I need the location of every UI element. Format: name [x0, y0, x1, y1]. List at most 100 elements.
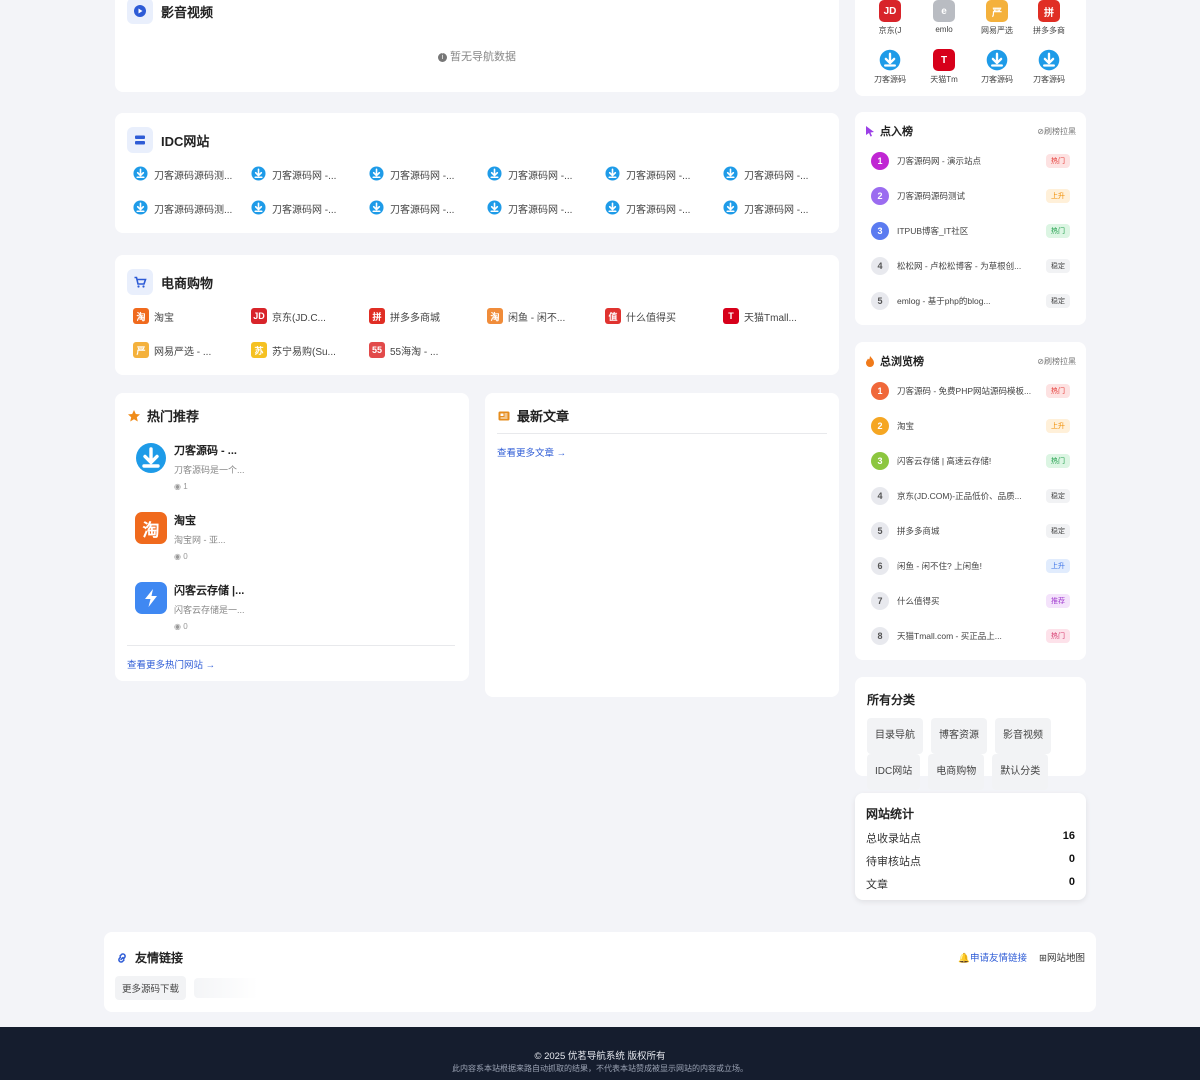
top-app[interactable]: T 天猫Tm — [922, 49, 966, 85]
rank-row[interactable]: 8 天猫Tmall.com - 买正品上... 热门 — [871, 626, 1070, 646]
category-pill[interactable]: IDC网站 — [867, 754, 921, 790]
top-app-label: 网易严选 — [981, 26, 1013, 35]
idc-link-label: 刀客源码网 -... — [390, 170, 455, 182]
articles-more-link[interactable]: 查看更多文章 → — [497, 445, 566, 459]
shop-link[interactable]: T 天猫Tmall... — [723, 306, 841, 326]
view-rank-action-label: 刷榜拉黑 — [1044, 356, 1076, 366]
app-logo-glyph: 拼 — [1044, 7, 1054, 19]
idc-link[interactable]: 刀客源码网 -... — [251, 164, 369, 184]
download-icon — [133, 166, 149, 182]
download-icon — [369, 166, 385, 182]
rank-row[interactable]: 5 emlog - 基于php的blog... 稳定 — [871, 291, 1070, 311]
idc-link[interactable]: 刀客源码网 -... — [487, 198, 605, 218]
play-icon — [127, 0, 153, 24]
top-app-label: 刀客源码 — [874, 75, 906, 84]
top-app-label: 天猫Tm — [930, 75, 958, 84]
top-app[interactable]: 刀客源码 — [975, 49, 1019, 85]
rank-row[interactable]: 1 刀客源码网 - 演示站点 热门 — [871, 151, 1070, 171]
stats-title: 网站统计 — [866, 807, 915, 821]
view-rank-card: 总浏览榜 ⊘刷榜拉黑 1 刀客源码 - 免费PHP网站源码模板... 热门 2 淘宝 上升… — [855, 342, 1086, 660]
rank-name: 刀客源码源码测试 — [897, 191, 966, 201]
rank-row[interactable]: 1 刀客源码 - 免费PHP网站源码模板... 热门 — [871, 381, 1070, 401]
top-app[interactable]: 刀客源码 — [1027, 49, 1071, 85]
rank-row[interactable]: 4 京东(JD.COM)-正品低价、品质... 稳定 — [871, 486, 1070, 506]
top-app[interactable]: 刀客源码 — [868, 49, 912, 85]
idc-link[interactable]: 刀客源码网 -... — [369, 164, 487, 184]
idc-link-label: 刀客源码网 -... — [744, 170, 809, 182]
hot-item-text: 刀客源码 - ... 刀客源码是一个... ◉ 1 — [174, 442, 245, 491]
idc-link[interactable]: 刀客源码网 -... — [723, 164, 841, 184]
shop-link[interactable]: 苏苏宁易购(Su... — [251, 340, 369, 360]
shop-link[interactable]: 严网易严选 - ... — [133, 340, 251, 360]
app-logo-icon: T — [933, 49, 955, 71]
category-pill[interactable]: 影音视频 — [995, 718, 1051, 754]
friends-header: 友情链接 — [115, 949, 183, 966]
rank-row[interactable]: 5 拼多多商城 稳定 — [871, 521, 1070, 541]
hot-item-view-count: 0 — [183, 622, 188, 631]
download-icon — [487, 200, 503, 216]
hot-item-name: 淘宝 — [174, 515, 196, 527]
category-pill[interactable]: 默认分类 — [992, 754, 1049, 790]
idc-link[interactable]: 刀客源码源码测... — [133, 164, 251, 184]
view-rank-title: 总浏览榜 — [880, 356, 924, 368]
shop-link[interactable]: 淘闲鱼 - 闲不... — [487, 306, 605, 326]
hot-item-name: 闪客云存储 |... — [174, 585, 245, 597]
hot-item-desc: 淘宝网 - 亚... — [174, 535, 226, 545]
rank-row[interactable]: 3 ITPUB博客_IT社区 热门 — [871, 221, 1070, 241]
sitemap-link[interactable]: ⊞网站地图 — [1039, 950, 1085, 964]
app-logo-icon: JD — [879, 0, 901, 22]
footer: © 2025 优茗导航系统 版权所有 此内容系本站根据来路自动抓取的结果，不代表… — [0, 1027, 1200, 1080]
stat-row: 文章 0 — [866, 876, 1075, 892]
category-pill[interactable]: 博客资源 — [931, 718, 987, 754]
friend-link[interactable]: 更多源码下载 — [115, 976, 187, 1000]
rank-row[interactable]: 3 闪客云存储 | 高速云存储! 热门 — [871, 451, 1070, 471]
hot-more-link[interactable]: 查看更多热门网站 → — [127, 657, 215, 671]
shop-link[interactable]: JD 京东(JD.C... — [251, 306, 369, 326]
rank-row[interactable]: 2 刀客源码源码测试 上升 — [871, 186, 1070, 206]
click-rank-title: 点入榜 — [880, 126, 913, 138]
idc-link-label: 刀客源码源码测... — [154, 204, 233, 216]
idc-link[interactable]: 刀客源码网 -... — [251, 198, 369, 218]
view-rank-action[interactable]: ⊘刷榜拉黑 — [1037, 356, 1076, 367]
rank-row[interactable]: 4 松松网 - 卢松松博客 - 为草根创... 稳定 — [871, 256, 1070, 276]
rank-tag: 稳定 — [1046, 259, 1070, 273]
apply-link[interactable]: 🔔申请友情链接 — [958, 950, 1027, 964]
rank-number: 2 — [871, 187, 889, 205]
site-logo-glyph: T — [728, 311, 734, 321]
rank-row[interactable]: 7 什么值得买 推荐 — [871, 591, 1070, 611]
idc-link[interactable]: 刀客源码网 -... — [605, 164, 723, 184]
shop-link[interactable]: 值什么值得买 — [605, 306, 723, 326]
download-icon — [133, 200, 149, 216]
idc-link[interactable]: 刀客源码网 -... — [605, 198, 723, 218]
idc-link[interactable]: 刀客源码网 -... — [723, 198, 841, 218]
shop-link[interactable]: 55 55海淘 - ... — [369, 340, 487, 360]
top-app[interactable]: 拼拼多多商 — [1027, 0, 1071, 36]
video-title: 影音视频 — [161, 4, 214, 20]
idc-link[interactable]: 刀客源码源码测... — [133, 198, 251, 218]
shop-link-label: 淘宝 — [154, 312, 174, 324]
rank-number: 3 — [871, 222, 889, 240]
hot-item-view-count: 1 — [183, 482, 188, 491]
hot-item[interactable]: 闪客云存储 |... 闪客云存储是一... ◉ 0 — [135, 582, 245, 631]
hot-item[interactable]: 淘淘宝 淘宝网 - 亚... ◉ 0 — [135, 512, 226, 561]
rank-name: emlog - 基于php的blog... — [897, 296, 991, 306]
rank-row[interactable]: 6 闲鱼 - 闲不住? 上闲鱼! 上升 — [871, 556, 1070, 576]
top-app[interactable]: 严网易严选 — [975, 0, 1019, 36]
shop-link[interactable]: 拼拼多多商城 — [369, 306, 487, 326]
top-app[interactable]: JD 京东(J — [868, 0, 912, 36]
click-rank-action[interactable]: ⊘刷榜拉黑 — [1037, 126, 1076, 137]
shop-link[interactable]: 淘淘宝 — [133, 306, 251, 326]
stat-row: 待审核站点 0 — [866, 853, 1075, 869]
idc-link-label: 刀客源码网 -... — [508, 204, 573, 216]
rank-row[interactable]: 2 淘宝 上升 — [871, 416, 1070, 436]
category-pill[interactable]: 电商购物 — [928, 754, 985, 790]
top-app[interactable]: e emlo — [922, 0, 966, 34]
rank-number: 6 — [871, 557, 889, 575]
idc-link[interactable]: 刀客源码网 -... — [487, 164, 605, 184]
stat-value: 0 — [1068, 853, 1075, 865]
idc-link-label: 刀客源码网 -... — [626, 204, 691, 216]
video-empty-text: 暂无导航数据 — [450, 51, 517, 63]
category-pill[interactable]: 目录导航 — [867, 718, 923, 754]
hot-item[interactable]: 刀客源码 - ... 刀客源码是一个... ◉ 1 — [135, 442, 245, 491]
idc-link[interactable]: 刀客源码网 -... — [369, 198, 487, 218]
